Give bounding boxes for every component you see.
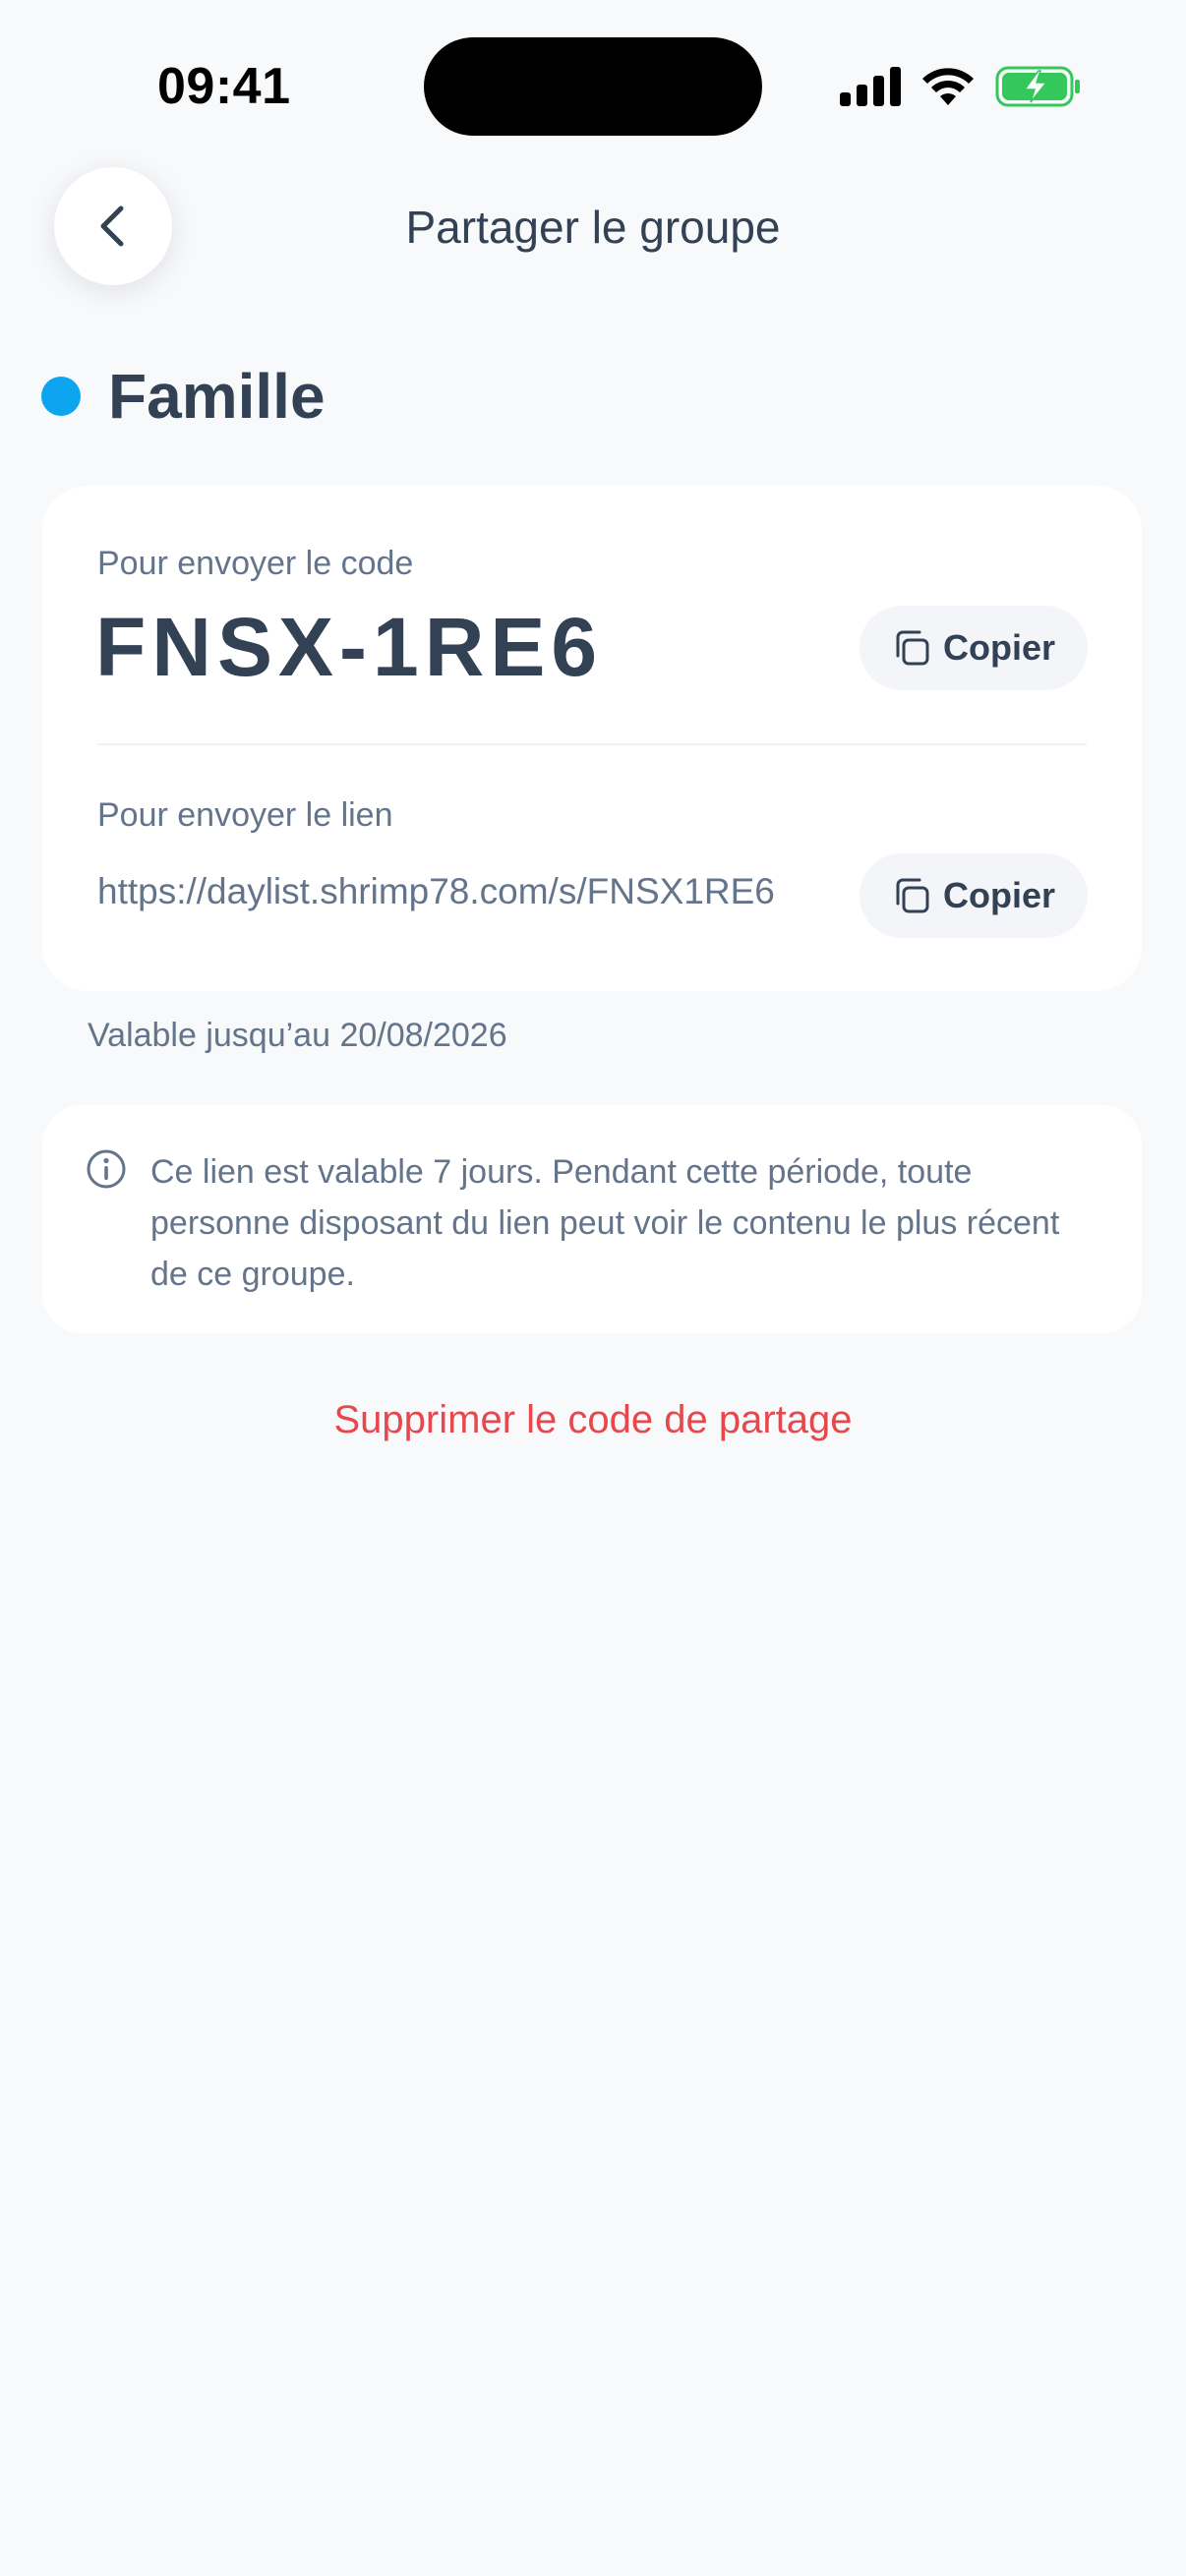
- info-card: Ce lien est valable 7 jours. Pendant cet…: [42, 1105, 1142, 1333]
- battery-charging-icon: [995, 66, 1080, 107]
- link-label: Pour envoyer le lien: [97, 796, 393, 834]
- validity-text: Valable jusqu’au 20/08/2026: [88, 1017, 507, 1054]
- dynamic-island: [424, 37, 762, 136]
- group-title-row: Famille: [41, 354, 326, 439]
- info-text: Ce lien est valable 7 jours. Pendant cet…: [150, 1153, 1060, 1293]
- page-title: Partager le groupe: [405, 202, 781, 253]
- share-code: FNSX-1RE6: [95, 601, 604, 693]
- group-color-dot: [41, 377, 81, 416]
- group-name: Famille: [108, 361, 326, 432]
- status-icons: [840, 65, 1082, 108]
- copy-icon: [896, 878, 929, 913]
- status-time: 09:41: [157, 58, 291, 115]
- share-card: Pour envoyer le code FNSX-1RE6 Copier Po…: [42, 486, 1142, 991]
- status-bar: 09:41: [0, 0, 1186, 157]
- info-icon: [87, 1149, 126, 1189]
- copy-icon: [896, 630, 929, 666]
- cellular-signal-icon: [840, 67, 901, 106]
- copy-code-button[interactable]: Copier: [860, 606, 1088, 690]
- divider: [97, 743, 1087, 745]
- share-link: https://daylist.shrimp78.com/s/FNSX1RE6: [97, 871, 775, 911]
- wifi-icon: [922, 68, 974, 105]
- header: Partager le groupe: [0, 157, 1186, 295]
- copy-link-button[interactable]: Copier: [860, 853, 1088, 938]
- copy-label: Copier: [942, 627, 1055, 668]
- copy-label: Copier: [942, 875, 1055, 915]
- code-label: Pour envoyer le code: [97, 545, 414, 582]
- delete-share-code-button[interactable]: Supprimer le code de partage: [0, 1398, 1186, 1442]
